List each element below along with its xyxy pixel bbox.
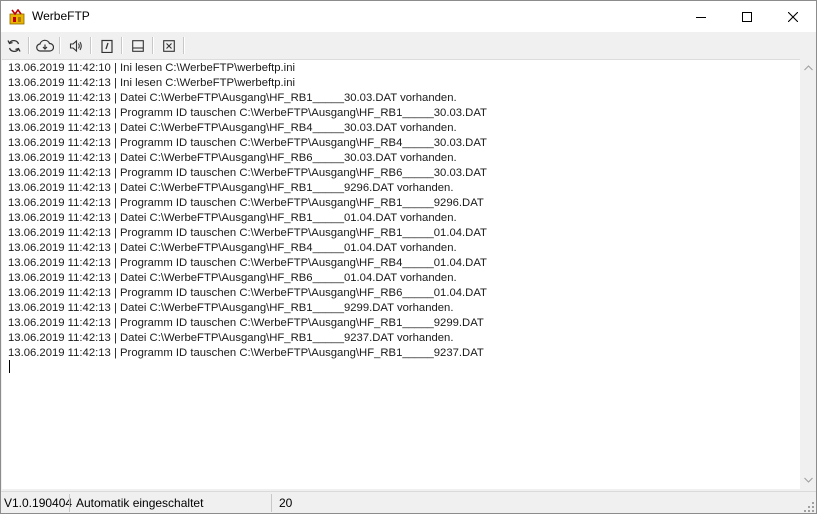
log-line: 13.06.2019 11:42:13 | Datei C:\WerbeFTP\… xyxy=(8,302,454,314)
log-line: 13.06.2019 11:42:13 | Datei C:\WerbeFTP\… xyxy=(8,152,457,164)
window-button[interactable] xyxy=(127,35,149,57)
cloud-download-icon xyxy=(36,39,54,52)
app-window: WerbeFTP 13.06.2019 11:42:10 | Ini lesen… xyxy=(0,0,817,514)
refresh-icon xyxy=(7,39,21,53)
log-line: 13.06.2019 11:42:13 | Datei C:\WerbeFTP\… xyxy=(8,182,454,194)
window-icon xyxy=(132,40,144,52)
toolbar-separator xyxy=(59,37,61,54)
resize-grip-icon[interactable] xyxy=(804,502,814,512)
app-logo-icon xyxy=(9,8,25,25)
log-line: 13.06.2019 11:42:13 | Datei C:\WerbeFTP\… xyxy=(8,92,457,104)
log-line: 13.06.2019 11:42:13 | Programm ID tausch… xyxy=(8,227,487,239)
toolbar-separator xyxy=(28,37,30,54)
log-line: 13.06.2019 11:42:13 | Ini lesen C:\Werbe… xyxy=(8,77,295,89)
title-bar[interactable]: WerbeFTP xyxy=(1,1,816,32)
status-count: 20 xyxy=(279,496,293,510)
maximize-button[interactable] xyxy=(724,1,770,32)
log-line: 13.06.2019 11:42:13 | Programm ID tausch… xyxy=(8,107,487,119)
chevron-down-icon xyxy=(803,477,813,483)
sound-button[interactable] xyxy=(65,35,87,57)
toolbar-separator xyxy=(183,37,185,54)
download-button[interactable] xyxy=(34,35,56,57)
toolbar-separator xyxy=(121,37,123,54)
log-line: 13.06.2019 11:42:10 | Ini lesen C:\Werbe… xyxy=(8,62,295,74)
log-line: 13.06.2019 11:42:13 | Programm ID tausch… xyxy=(8,167,487,179)
log-line: 13.06.2019 11:42:13 | Datei C:\WerbeFTP\… xyxy=(8,332,454,344)
close-icon xyxy=(788,11,798,22)
log-line: 13.06.2019 11:42:13 | Datei C:\WerbeFTP\… xyxy=(8,212,457,224)
status-divider xyxy=(271,494,272,512)
speaker-icon xyxy=(69,39,82,53)
toolbar-separator xyxy=(152,37,154,54)
log-line: 13.06.2019 11:42:13 | Programm ID tausch… xyxy=(8,317,484,329)
log-line: 13.06.2019 11:42:13 | Datei C:\WerbeFTP\… xyxy=(8,272,457,284)
log-line: 13.06.2019 11:42:13 | Programm ID tausch… xyxy=(8,197,484,209)
log-line: 13.06.2019 11:42:13 | Programm ID tausch… xyxy=(8,347,484,359)
minimize-button[interactable] xyxy=(678,1,724,32)
log-line: 13.06.2019 11:42:13 | Datei C:\WerbeFTP\… xyxy=(8,122,457,134)
scroll-up-button[interactable] xyxy=(800,60,816,76)
log-line: 13.06.2019 11:42:13 | Programm ID tausch… xyxy=(8,137,487,149)
clipboard-button[interactable] xyxy=(96,35,118,57)
refresh-button[interactable] xyxy=(3,35,25,57)
status-mode: Automatik eingeschaltet xyxy=(76,496,204,510)
text-caret xyxy=(9,360,10,373)
close-box-icon xyxy=(163,40,175,52)
log-textarea[interactable]: 13.06.2019 11:42:10 | Ini lesen C:\Werbe… xyxy=(2,59,800,489)
window-title: WerbeFTP xyxy=(32,9,90,23)
scroll-down-button[interactable] xyxy=(800,472,816,488)
status-bar: V1.0.190404 Automatik eingeschaltet 20 xyxy=(1,491,816,513)
log-line: 13.06.2019 11:42:13 | Datei C:\WerbeFTP\… xyxy=(8,242,457,254)
maximize-icon xyxy=(742,11,752,22)
close-button[interactable] xyxy=(770,1,816,32)
toolbar-separator xyxy=(90,37,92,54)
minimize-icon xyxy=(696,16,706,18)
chevron-up-icon xyxy=(803,65,813,71)
log-lines: 13.06.2019 11:42:10 | Ini lesen C:\Werbe… xyxy=(8,61,487,361)
clear-button[interactable] xyxy=(158,35,180,57)
log-line: 13.06.2019 11:42:13 | Programm ID tausch… xyxy=(8,287,487,299)
status-divider xyxy=(69,494,70,512)
toolbar xyxy=(1,32,816,59)
clipboard-icon xyxy=(101,39,113,53)
vertical-scrollbar[interactable] xyxy=(800,59,816,488)
log-line: 13.06.2019 11:42:13 | Programm ID tausch… xyxy=(8,257,487,269)
status-version: V1.0.190404 xyxy=(4,496,73,510)
